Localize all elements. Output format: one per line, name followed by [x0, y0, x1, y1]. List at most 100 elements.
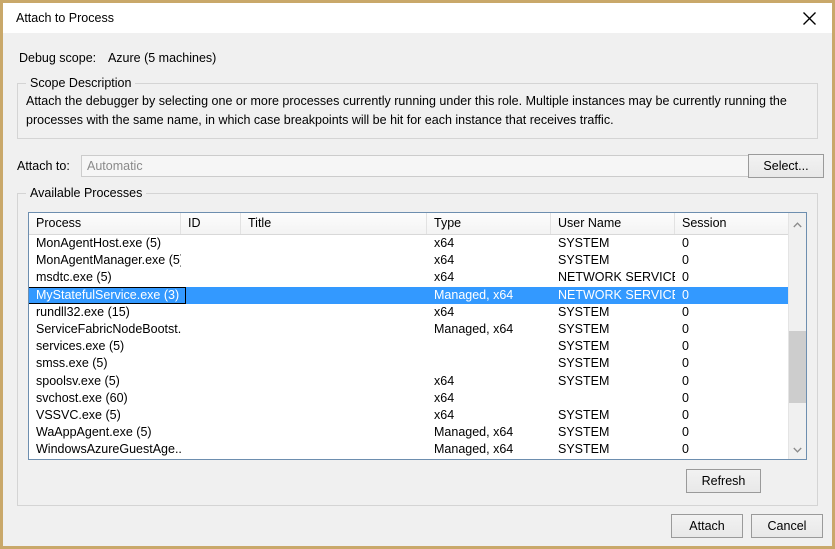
- process-list[interactable]: Process ID Title Type User Name Session MonAg…: [28, 212, 807, 460]
- scope-description-group: Scope Description Attach the debugger by…: [17, 76, 818, 139]
- cell-id: [181, 269, 241, 286]
- cell-title: [241, 407, 427, 424]
- cell-title: [241, 390, 427, 407]
- cell-id: [181, 424, 241, 441]
- cell-session: 0: [682, 339, 689, 354]
- cell-user: SYSTEM: [558, 356, 610, 371]
- table-row[interactable]: spoolsv.exe (5) x64 SYSTEM 0: [29, 373, 806, 390]
- cell-process: WindowsAzureGuestAge...: [36, 442, 181, 457]
- chevron-up-icon: [793, 217, 802, 231]
- cell-type: x64: [434, 253, 455, 268]
- cell-session: 0: [682, 270, 689, 285]
- column-header-title[interactable]: Title: [241, 213, 427, 234]
- table-row[interactable]: WindowsAzureGuestAge... Managed, x64 SYSTE…: [29, 441, 806, 458]
- table-row[interactable]: ServiceFabricNodeBootst... Managed, x64 SY…: [29, 321, 806, 338]
- cell-type: x64: [434, 304, 455, 319]
- cell-type: Managed, x64: [434, 287, 514, 302]
- cell-user: SYSTEM: [558, 321, 610, 336]
- cancel-button[interactable]: Cancel: [751, 514, 823, 538]
- process-list-scrollbar[interactable]: [788, 213, 806, 459]
- cell-type: x64: [434, 407, 455, 422]
- table-row[interactable]: VSSVC.exe (5) x64 SYSTEM 0: [29, 407, 806, 424]
- debug-scope-label: Debug scope:: [19, 51, 97, 65]
- table-row[interactable]: svchost.exe (60) x64 0: [29, 390, 806, 407]
- cell-session: 0: [682, 425, 689, 440]
- cell-process: rundll32.exe (15): [36, 304, 130, 319]
- cell-title: [241, 287, 427, 304]
- cell-user: SYSTEM: [558, 304, 610, 319]
- select-button[interactable]: Select...: [748, 154, 824, 178]
- cell-type: x64: [434, 270, 455, 285]
- cell-title: [241, 424, 427, 441]
- scope-description-legend: Scope Description: [26, 76, 136, 90]
- cell-user: SYSTEM: [558, 253, 610, 268]
- cell-process: VSSVC.exe (5): [36, 407, 121, 422]
- cell-process: WaAppAgent.exe (5): [36, 425, 152, 440]
- cell-user: SYSTEM: [558, 407, 610, 422]
- table-row[interactable]: msdtc.exe (5) x64 NETWORK SERVICE 0: [29, 269, 806, 286]
- cell-session: 0: [682, 442, 689, 457]
- cell-user: SYSTEM: [558, 373, 610, 388]
- chevron-down-icon: [793, 442, 802, 456]
- column-header-id[interactable]: ID: [181, 213, 241, 234]
- close-button[interactable]: [786, 3, 832, 33]
- debug-scope-value: Azure (5 machines): [107, 51, 217, 65]
- attach-to-process-dialog: Attach to Process Debug scope: Azure (5 …: [0, 0, 835, 549]
- cell-title: [241, 321, 427, 338]
- cell-id: [181, 441, 241, 458]
- cell-process: services.exe (5): [36, 339, 125, 354]
- debug-scope-row: Debug scope: Azure (5 machines): [19, 51, 216, 65]
- dialog-body: Debug scope: Azure (5 machines) Scope De…: [3, 33, 832, 546]
- cell-title: [241, 235, 427, 252]
- scroll-down-button[interactable]: [789, 440, 806, 457]
- available-processes-legend: Available Processes: [26, 186, 147, 200]
- cell-type: Managed, x64: [434, 321, 514, 336]
- cell-title: [241, 304, 427, 321]
- cell-process: ServiceFabricNodeBootst...: [36, 321, 181, 336]
- cell-process: MonAgentHost.exe (5): [36, 236, 162, 250]
- cell-type: [427, 355, 551, 372]
- attach-to-input[interactable]: [81, 155, 750, 177]
- cell-type: Managed, x64: [434, 425, 514, 440]
- column-header-type[interactable]: Type: [427, 213, 551, 234]
- cell-type: x64: [434, 236, 455, 250]
- table-row[interactable]: rundll32.exe (15) x64 SYSTEM 0: [29, 304, 806, 321]
- scope-description-text: Attach the debugger by selecting one or …: [26, 94, 787, 127]
- table-row[interactable]: MonAgentManager.exe (5) x64 SYSTEM 0: [29, 252, 806, 269]
- cell-title: [241, 441, 427, 458]
- scroll-up-button[interactable]: [789, 215, 806, 232]
- cell-process: spoolsv.exe (5): [36, 373, 120, 388]
- column-header-process[interactable]: Process: [29, 213, 181, 234]
- column-header-user[interactable]: User Name: [551, 213, 675, 234]
- cell-user: NETWORK SERVICE: [558, 287, 675, 302]
- cell-session: 0: [682, 390, 689, 405]
- cell-id: [181, 338, 241, 355]
- cell-process: MonAgentManager.exe (5): [36, 253, 181, 268]
- scrollbar-thumb[interactable]: [789, 331, 806, 403]
- cell-user: [551, 390, 675, 407]
- cell-id: [181, 287, 241, 304]
- table-row[interactable]: smss.exe (5) SYSTEM 0: [29, 355, 806, 372]
- refresh-button[interactable]: Refresh: [686, 469, 761, 493]
- process-list-rows[interactable]: MonAgentHost.exe (5) x64 SYSTEM 0 MonAgentMa…: [29, 235, 806, 459]
- cell-process: smss.exe (5): [36, 356, 108, 371]
- column-header-session[interactable]: Session: [675, 213, 791, 234]
- cell-title: [241, 355, 427, 372]
- cell-session: 0: [682, 321, 689, 336]
- cell-process: msdtc.exe (5): [36, 270, 112, 285]
- table-row[interactable]: WaAppAgent.exe (5) Managed, x64 SYSTEM 0: [29, 424, 806, 441]
- cell-id: [181, 407, 241, 424]
- table-row[interactable]: services.exe (5) SYSTEM 0: [29, 338, 806, 355]
- cell-session: 0: [682, 373, 689, 388]
- dialog-title: Attach to Process: [16, 11, 114, 25]
- cell-id: [181, 390, 241, 407]
- cell-session: 0: [682, 356, 689, 371]
- table-row[interactable]: MonAgentHost.exe (5) x64 SYSTEM 0: [29, 235, 806, 252]
- cell-title: [241, 373, 427, 390]
- table-row[interactable]: MyStatefulService.exe (3) Managed, x64 NET…: [29, 286, 806, 304]
- cell-session: 0: [682, 236, 689, 250]
- cell-user: SYSTEM: [558, 442, 610, 457]
- attach-button[interactable]: Attach: [671, 514, 743, 538]
- cell-type: [427, 338, 551, 355]
- cell-session: 0: [682, 253, 689, 268]
